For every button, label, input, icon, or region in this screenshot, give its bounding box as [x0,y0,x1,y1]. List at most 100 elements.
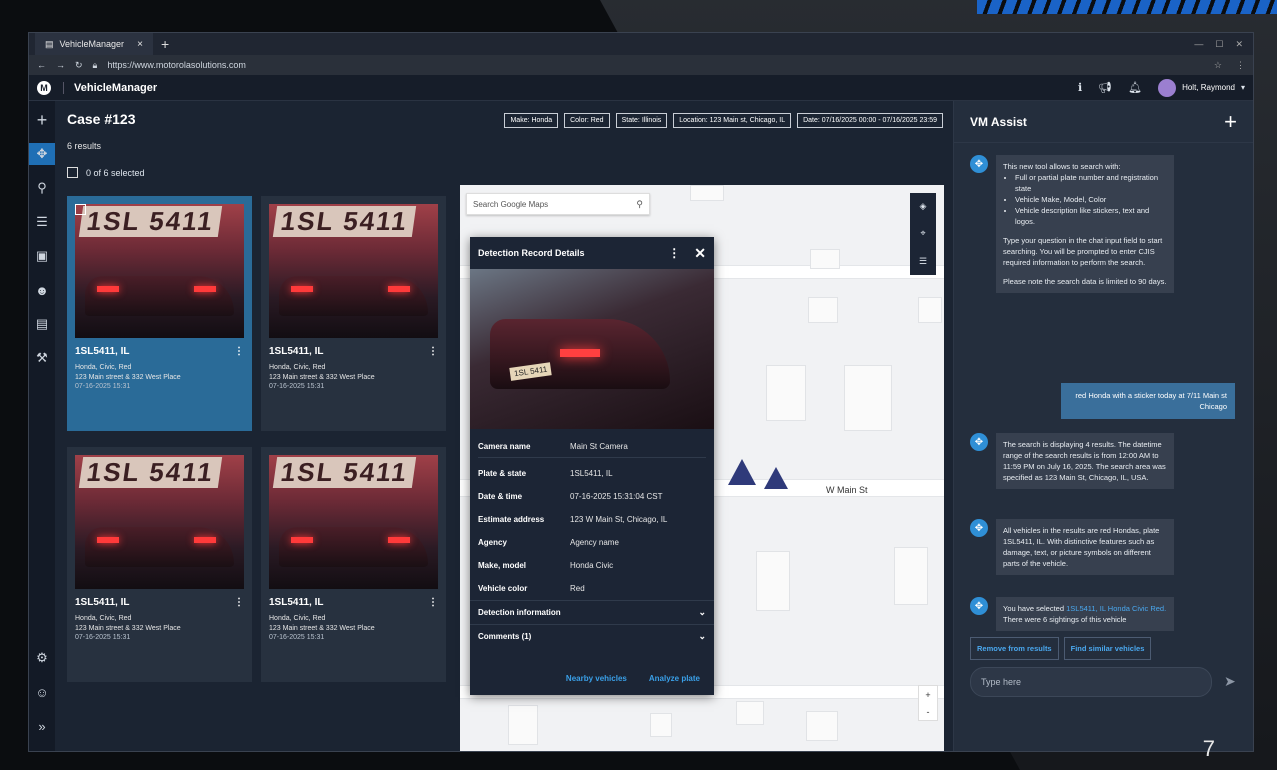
filter-location[interactable]: Location: 123 Main st, Chicago, IL [673,113,792,128]
expand-icon[interactable]: » [29,715,55,737]
analyze-plate-button[interactable]: Analyze plate [649,674,700,683]
bookmark-star-icon[interactable]: ☆ [1214,60,1222,71]
hammer-icon[interactable]: ⚒ [29,347,55,369]
card-vehicle: Honda, Civic, Red [75,615,132,622]
browser-tab[interactable]: ▤ VehicleManager × [35,33,153,55]
map-area: Make: Honda Color: Red State: Illinois L… [460,101,1253,751]
filter-color[interactable]: Color: Red [564,113,610,128]
result-card[interactable]: 1SL 5411 1SL5411, IL ⋮ Honda, Civic, Red 1… [261,196,446,431]
vehicle-marker[interactable] [764,467,788,489]
results-count: 6 results [67,141,102,151]
vehicle-photo: 1SL 5411 [269,455,438,589]
monitor-icon[interactable]: ▣ [29,245,55,267]
forward-icon[interactable]: → [56,60,65,70]
maximize-icon[interactable]: ☐ [1215,39,1223,50]
case-title: Case #123 [67,111,136,127]
plate-in-photo: 1SL 5411 [272,206,417,237]
close-window-icon[interactable]: ✕ [1235,39,1243,50]
card-date: 07-16-2025 15:31 [269,634,325,641]
search-icon[interactable]: ⚲ [29,177,55,199]
add-icon[interactable]: + [29,109,55,131]
assistant-icon: ✥ [970,433,988,451]
assistant-message: ✥ You have selected 1SL5411, IL Honda Ci… [970,597,1174,631]
detail-row: Camera name Main St Camera [478,435,706,458]
kebab-menu-icon[interactable]: ⋮ [428,597,438,608]
support-icon[interactable]: ☺ [29,681,55,703]
new-tab-button[interactable]: + [161,36,169,52]
filter-chips: Make: Honda Color: Red State: Illinois L… [393,113,953,128]
megaphone-icon[interactable]: 📢︎ [1098,81,1112,94]
legend-icon[interactable]: ☰ [919,256,927,267]
results-panel: Case #123 6 results 0 of 6 selected 1SL … [55,101,460,751]
assistant-message: ✥ The search is displaying 4 results. Th… [970,433,1174,489]
filter-date[interactable]: Date: 07/16/2025 00:00 - 07/16/2025 23:5… [797,113,943,128]
remove-from-results-button[interactable]: Remove from results [970,637,1059,660]
card-plate: 1SL5411, IL [269,597,324,608]
selected-vehicle-link[interactable]: 1SL5411, IL Honda Civic Red. [1066,604,1166,613]
search-icon[interactable]: ⚲ [636,199,643,210]
result-card[interactable]: 1SL 5411 1SL5411, IL ⋮ Honda, Civic, Red 1… [67,447,252,682]
vehicle-marker[interactable] [728,459,756,485]
settings-icon[interactable]: ⚙ [29,647,55,669]
assistant-icon: ✥ [970,155,988,173]
detail-row: Date & time 07-16-2025 15:31:04 CST [478,492,663,501]
layers-icon[interactable]: ◈ [920,201,927,212]
locate-icon[interactable]: ✥ [29,143,55,165]
list-icon[interactable]: ☰ [29,211,55,233]
chat-input[interactable]: Type here [970,667,1212,697]
bell-icon[interactable]: 🔔︎ [1128,81,1142,94]
lock-icon: 🔒︎ [92,59,98,70]
vehicle-photo: 1SL 5411 [269,204,438,338]
street-label: W Main St [826,485,868,495]
slide-stripe [977,0,1277,14]
info-icon[interactable]: ℹ [1078,81,1082,94]
select-all-checkbox[interactable] [67,167,78,178]
new-chat-icon[interactable]: + [1224,109,1237,135]
card-plate: 1SL5411, IL [269,346,324,357]
detail-row: Vehicle color Red [478,584,585,593]
comments-expander[interactable]: Comments (1) ⌄ [470,624,714,648]
vm-assist-panel: VM Assist + ✥ This new tool allows to se… [953,101,1253,751]
plate-in-photo: 1SL 5411 [272,457,417,488]
card-date: 07-16-2025 15:31 [75,383,131,390]
filter-state[interactable]: State: Illinois [615,113,668,128]
detail-row: Make, model Honda Civic [478,561,614,570]
card-address: 123 Main street & 332 West Place [269,625,375,632]
map-search-input[interactable]: Search Google Maps ⚲ [466,193,650,215]
card-address: 123 Main street & 332 West Place [75,625,181,632]
find-similar-button[interactable]: Find similar vehicles [1063,637,1152,660]
kebab-menu-icon[interactable]: ⋮ [668,246,680,260]
filter-make[interactable]: Make: Honda [504,113,559,128]
assistant-icon: ✥ [970,597,988,615]
kebab-menu-icon[interactable]: ⋮ [234,597,244,608]
card-plate: 1SL5411, IL [75,346,130,357]
send-icon[interactable]: ➤ [1224,673,1236,690]
zoom-in-button[interactable]: + [925,690,930,700]
close-icon[interactable]: ✕ [694,245,706,262]
document-search-icon[interactable]: ▤ [29,313,55,335]
address-bar: ← → ↻ 🔒︎ https://www.motorolasolutions.c… [29,55,1253,75]
tab-bar: ▤ VehicleManager × + — ☐ ✕ [29,33,1253,55]
close-tab-icon[interactable]: × [137,39,143,50]
card-date: 07-16-2025 15:31 [75,634,131,641]
left-nav: + ✥ ⚲ ☰ ▣ ☻ ▤ ⚒ ⚙ ☺ » [29,101,55,751]
map-search-placeholder: Search Google Maps [473,199,549,209]
user-menu[interactable]: Holt, Raymond ▾ [1158,78,1245,97]
card-checkbox[interactable] [75,204,86,215]
result-card[interactable]: 1SL 5411 1SL5411, IL ⋮ Honda, Civic, Red 1… [261,447,446,682]
nearby-vehicles-button[interactable]: Nearby vehicles [566,674,627,683]
browser-menu-icon[interactable]: ⋮ [1236,60,1245,71]
map[interactable]: Search Google Maps ⚲ ◈ ⌖ ☰ W Main St + - [460,185,944,751]
minimize-icon[interactable]: — [1194,39,1203,50]
kebab-menu-icon[interactable]: ⋮ [428,346,438,357]
result-card[interactable]: 1SL 5411 1SL5411, IL ⋮ Honda, Civic, Red 1… [67,196,252,431]
reload-icon[interactable]: ↻ [75,60,83,71]
focus-icon[interactable]: ⌖ [920,228,925,239]
detection-info-expander[interactable]: Detection information ⌄ [470,600,714,624]
vehicle-photo: 1SL 5411 [75,455,244,589]
url-field[interactable]: https://www.motorolasolutions.com [107,60,246,70]
kebab-menu-icon[interactable]: ⋮ [234,346,244,357]
people-icon[interactable]: ☻ [29,279,55,301]
back-icon[interactable]: ← [37,60,46,70]
zoom-out-button[interactable]: - [927,707,930,717]
